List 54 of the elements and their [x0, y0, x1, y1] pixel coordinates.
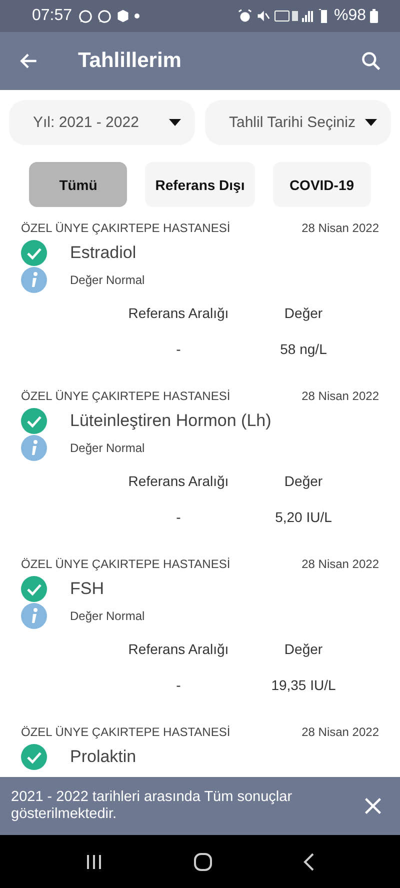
result-status: Değer Normal — [70, 440, 145, 454]
column-header: Referans Aralığı — [128, 472, 229, 491]
hospital-name: ÖZEL ÜNYE ÇAKIRTEPE HASTANESİ — [21, 557, 230, 571]
chat-icon — [97, 8, 112, 24]
column-header: Değer — [284, 472, 323, 491]
bars-icon — [85, 852, 103, 870]
hospital-name: ÖZEL ÜNYE ÇAKIRTEPE HASTANESİ — [21, 725, 230, 739]
hospital-name: ÖZEL ÜNYE ÇAKIRTEPE HASTANESİ — [21, 221, 230, 235]
dropdown[interactable]: Yıl: 2021 - 2022 — [9, 100, 195, 145]
result-date: 28 Nisan 2022 — [302, 221, 379, 235]
filter-tab[interactable]: Referans Dışı — [145, 162, 255, 207]
column-header: Değer — [284, 304, 323, 323]
close-icon — [364, 797, 382, 815]
filter-tab[interactable]: Tümü — [29, 162, 128, 207]
screen-title: Tahlillerim — [78, 49, 182, 73]
snackbar-message: 2021 - 2022 tarihleri arasında Tüm sonuçlar gösterilmektedir. — [11, 789, 294, 823]
reference-range: - — [176, 340, 181, 359]
info-icon — [21, 602, 47, 628]
dropdown[interactable]: Tahlil Tarihi Seçiniz — [205, 100, 391, 145]
caret-icon — [169, 119, 181, 126]
alarm-icon — [238, 9, 252, 23]
caret-icon — [365, 119, 377, 126]
battery-level: %98 — [334, 7, 366, 25]
test-name: Estradiol — [70, 242, 136, 262]
filter-tab[interactable]: COVID-19 — [272, 162, 371, 207]
chevron-left-icon — [303, 852, 315, 872]
battery-icon — [370, 9, 378, 23]
test-name: FSH — [70, 578, 104, 598]
info-icon — [21, 266, 47, 292]
cube-icon — [116, 9, 130, 23]
search-icon — [360, 50, 382, 72]
result-value: 58 ng/L — [280, 340, 327, 359]
reference-range: - — [176, 676, 181, 695]
rounded-square-icon — [193, 852, 213, 872]
mute-icon — [256, 9, 270, 23]
result-value: 5,20 IU/L — [275, 508, 332, 527]
chat-icon — [78, 8, 94, 24]
column-header: Referans Aralığı — [128, 640, 229, 659]
result-date: 28 Nisan 2022 — [302, 389, 379, 403]
result-date: 28 Nisan 2022 — [302, 725, 379, 739]
result-value: 19,35 IU/L — [271, 676, 336, 695]
info-icon — [21, 434, 47, 460]
result-date: 28 Nisan 2022 — [302, 557, 379, 571]
test-name: Lüteinleştiren Hormon (Lh) — [70, 410, 272, 430]
hospital-name: ÖZEL ÜNYE ÇAKIRTEPE HASTANESİ — [21, 389, 230, 403]
dot-icon — [134, 13, 140, 19]
clock-time: 07:57 — [32, 7, 72, 25]
column-header: Değer — [284, 640, 323, 659]
result-status: Değer Normal — [70, 608, 145, 622]
result-status: Değer Normal — [70, 272, 145, 286]
test-name: Prolaktin — [70, 746, 136, 766]
network-icon — [274, 9, 314, 23]
column-header: Referans Aralığı — [128, 304, 229, 323]
reference-range: - — [176, 508, 181, 527]
